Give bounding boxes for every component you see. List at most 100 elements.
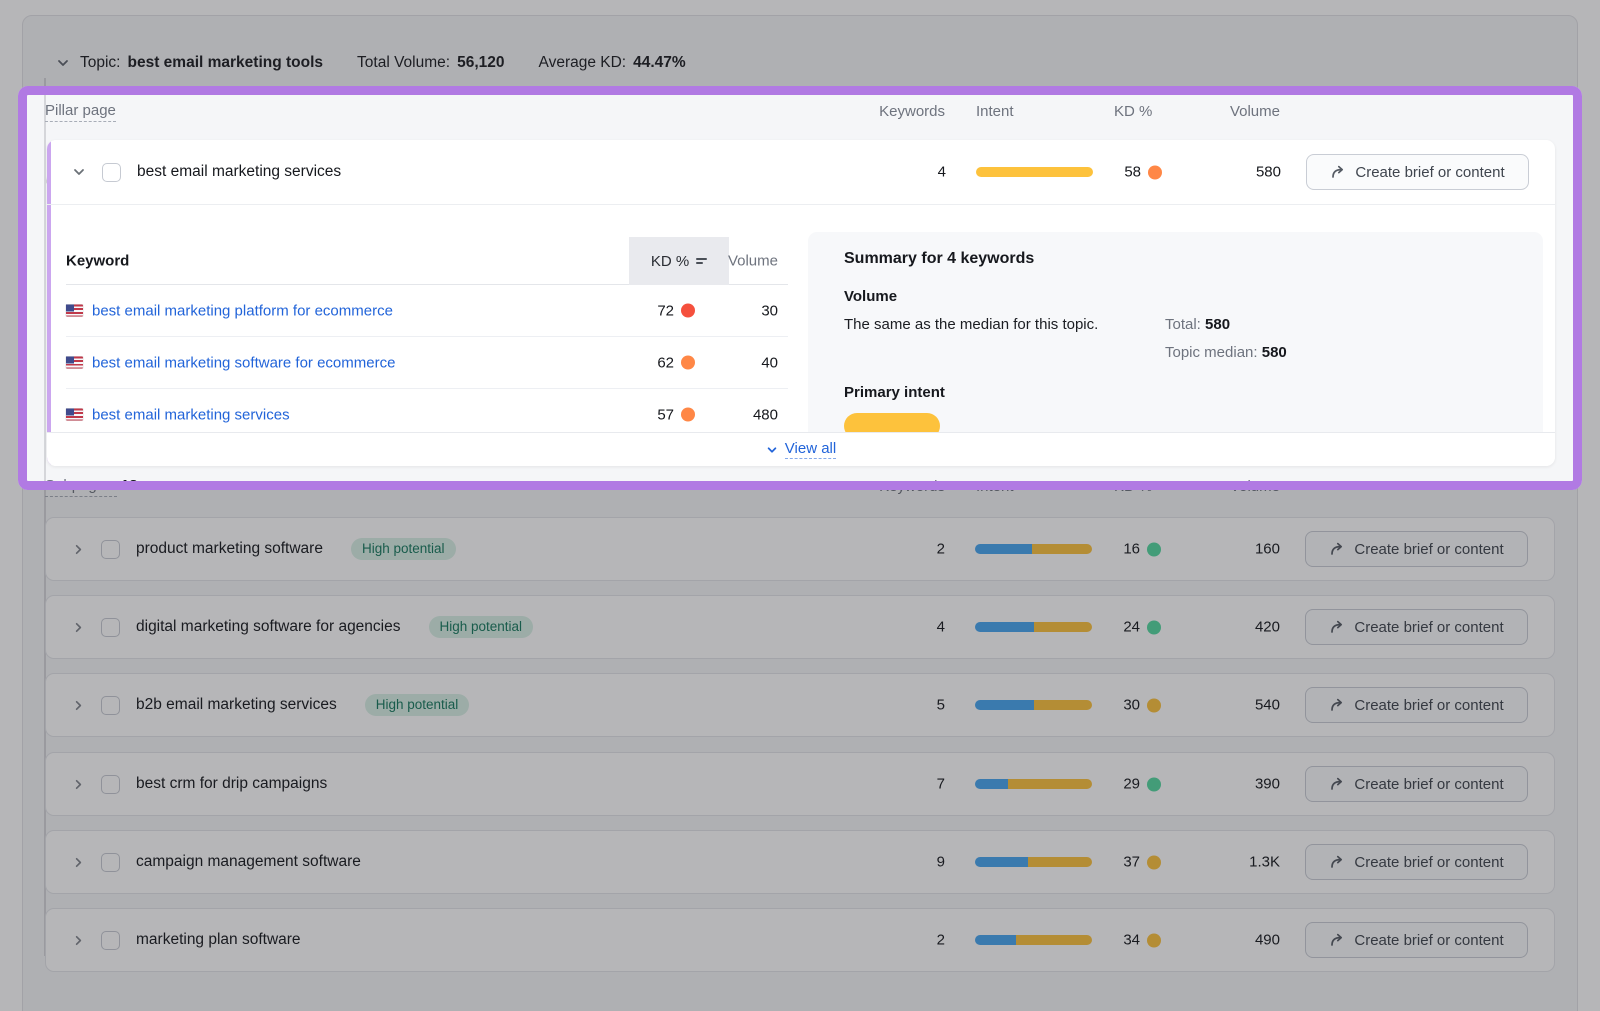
- keyword-link[interactable]: best email marketing services: [92, 406, 290, 423]
- forward-arrow-icon: [1329, 776, 1345, 792]
- subpage-row[interactable]: best crm for drip campaigns 7 29 390 Cre…: [45, 752, 1555, 816]
- column-header-volume: Volume: [1194, 478, 1280, 495]
- kd-dot: [681, 304, 695, 318]
- subpage-title: b2b email marketing services: [136, 696, 337, 714]
- create-brief-button[interactable]: Create brief or content: [1305, 766, 1528, 802]
- subpages-label[interactable]: Subpages: 18: [45, 477, 138, 494]
- subpage-kd: 24: [1065, 619, 1161, 636]
- create-brief-button[interactable]: Create brief or content: [1305, 687, 1528, 723]
- subpage-volume: 160: [1190, 541, 1280, 558]
- subpage-kd: 30: [1065, 697, 1161, 714]
- kd-dot: [1147, 777, 1161, 791]
- summary-total: Total: 580: [1165, 316, 1230, 333]
- chevron-right-icon[interactable]: [71, 856, 85, 869]
- subpage-checkbox[interactable]: [101, 931, 120, 950]
- keyword-kd: 72: [581, 302, 695, 319]
- subpage-row[interactable]: digital marketing software for agencies …: [45, 595, 1555, 659]
- column-header-intent: Intent: [976, 478, 1014, 495]
- column-header-keywords: Keywords: [860, 103, 945, 120]
- subpage-keywords-count: 4: [860, 619, 945, 636]
- pillar-checkbox[interactable]: [102, 163, 121, 182]
- keyword-table: Keyword KD % Volume best email marketing…: [66, 237, 788, 441]
- subpage-checkbox[interactable]: [101, 853, 120, 872]
- pillar-page-label[interactable]: Pillar page: [45, 102, 116, 119]
- subpage-row[interactable]: product marketing software High potentia…: [45, 517, 1555, 581]
- pillar-volume: 580: [1191, 164, 1281, 181]
- column-header-volume: Volume: [1194, 103, 1280, 120]
- subpage-volume: 420: [1190, 619, 1280, 636]
- us-flag-icon: [66, 409, 83, 421]
- subpage-title: campaign management software: [136, 853, 361, 871]
- forward-arrow-icon: [1330, 164, 1346, 180]
- subpage-title: best crm for drip campaigns: [136, 775, 327, 793]
- forward-arrow-icon: [1329, 932, 1345, 948]
- column-header-volume: Volume: [706, 252, 778, 269]
- chevron-right-icon[interactable]: [71, 934, 85, 947]
- chevron-right-icon[interactable]: [71, 621, 85, 634]
- us-flag-icon: [66, 357, 83, 369]
- create-brief-button[interactable]: Create brief or content: [1305, 844, 1528, 880]
- kd-dot: [681, 356, 695, 370]
- pillar-row[interactable]: best email marketing services 4 58 580 C…: [47, 140, 1555, 204]
- summary-volume-text: The same as the median for this topic.: [844, 316, 1174, 333]
- create-brief-button[interactable]: Create brief or content: [1306, 154, 1529, 190]
- summary-primary-intent-heading: Primary intent: [844, 384, 945, 401]
- subpage-title: product marketing software: [136, 540, 323, 558]
- divider: [47, 204, 1555, 205]
- subpage-volume: 490: [1190, 932, 1280, 949]
- subpage-keywords-count: 9: [860, 854, 945, 871]
- high-potential-badge: High potential: [351, 538, 456, 560]
- average-kd-label: Average KD:: [539, 54, 627, 72]
- pillar-title: best email marketing services: [137, 163, 341, 181]
- subpage-kd: 16: [1065, 541, 1161, 558]
- keyword-link[interactable]: best email marketing platform for ecomme…: [92, 302, 393, 319]
- summary-volume-heading: Volume: [844, 288, 897, 305]
- subpage-title: marketing plan software: [136, 931, 301, 949]
- subpage-checkbox[interactable]: [101, 618, 120, 637]
- kd-dot: [1147, 698, 1161, 712]
- chevron-right-icon[interactable]: [71, 543, 85, 556]
- create-brief-button[interactable]: Create brief or content: [1305, 609, 1528, 645]
- keyword-row: best email marketing software for ecomme…: [66, 337, 788, 389]
- us-flag-icon: [66, 305, 83, 317]
- create-brief-button[interactable]: Create brief or content: [1305, 922, 1528, 958]
- chevron-down-icon[interactable]: [56, 56, 70, 70]
- high-potential-badge: High potential: [429, 616, 534, 638]
- column-header-intent: Intent: [976, 103, 1014, 120]
- kd-dot: [1148, 165, 1162, 179]
- keyword-kd: 57: [581, 406, 695, 423]
- pillar-kd: 58: [1066, 164, 1162, 181]
- subpage-checkbox[interactable]: [101, 775, 120, 794]
- subpage-row[interactable]: marketing plan software 2 34 490 Create …: [45, 908, 1555, 972]
- keyword-link[interactable]: best email marketing software for ecomme…: [92, 354, 395, 371]
- total-volume-value: 56,120: [457, 54, 504, 72]
- create-brief-button[interactable]: Create brief or content: [1305, 531, 1528, 567]
- chevron-right-icon[interactable]: [71, 699, 85, 712]
- forward-arrow-icon: [1329, 697, 1345, 713]
- subpage-volume: 540: [1190, 697, 1280, 714]
- column-header-kd: KD %: [1114, 478, 1152, 495]
- chevron-down-icon: [766, 444, 778, 456]
- kd-dot: [1147, 933, 1161, 947]
- summary-title: Summary for 4 keywords: [844, 250, 1034, 268]
- subpage-row[interactable]: campaign management software 9 37 1.3K C…: [45, 830, 1555, 894]
- column-header-kd: KD %: [1114, 103, 1152, 120]
- subpage-checkbox[interactable]: [101, 696, 120, 715]
- forward-arrow-icon: [1329, 541, 1345, 557]
- keyword-volume: 480: [711, 406, 778, 423]
- subpage-row[interactable]: b2b email marketing services High potent…: [45, 673, 1555, 737]
- pillar-card: best email marketing services 4 58 580 C…: [47, 140, 1555, 466]
- view-all-link[interactable]: View all: [766, 440, 836, 459]
- keyword-kd: 62: [581, 354, 695, 371]
- subpage-kd: 34: [1065, 932, 1161, 949]
- chevron-right-icon[interactable]: [71, 778, 85, 791]
- topic-label: Topic:: [80, 54, 121, 72]
- summary-panel: Summary for 4 keywords Volume The same a…: [808, 232, 1543, 442]
- chevron-down-icon[interactable]: [72, 165, 86, 179]
- keyword-table-header: Keyword KD % Volume: [66, 237, 788, 285]
- summary-topic-median: Topic median: 580: [1165, 344, 1287, 361]
- kd-dot: [1147, 855, 1161, 869]
- subpage-checkbox[interactable]: [101, 540, 120, 559]
- kd-dot: [681, 408, 695, 422]
- subpage-title: digital marketing software for agencies: [136, 618, 401, 636]
